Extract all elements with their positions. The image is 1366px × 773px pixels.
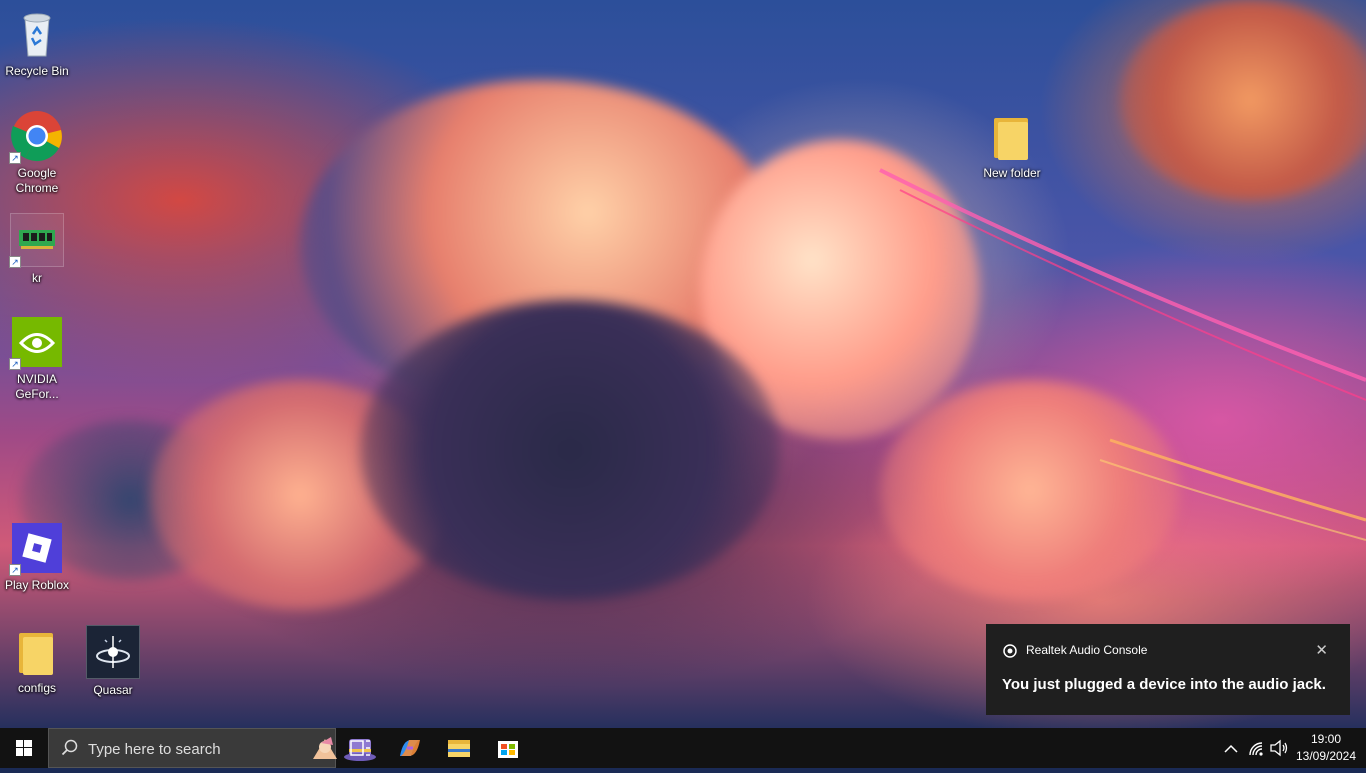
network-icon — [1249, 742, 1263, 756]
shortcut-arrow-icon: ↗ — [9, 256, 21, 268]
show-hidden-icons-button[interactable] — [1220, 728, 1242, 768]
task-view-icon — [350, 740, 370, 756]
volume-button[interactable] — [1268, 728, 1290, 768]
notification-app-name: Realtek Audio Console — [1026, 643, 1148, 657]
desktop-icon-label: NVIDIA GeFor... — [15, 372, 59, 401]
desktop-icon-label: Play Roblox — [4, 578, 70, 592]
search-placeholder: Type here to search — [88, 741, 221, 758]
desktop-icon-label: Quasar — [93, 683, 133, 697]
desktop-icon-nvidia-geforce[interactable]: ↗ NVIDIA GeFor... — [2, 316, 72, 402]
nvidia-icon: ↗ — [9, 316, 63, 370]
desktop-icon-kr[interactable]: ↗ kr — [2, 213, 72, 286]
desktop-icon-configs[interactable]: configs — [2, 625, 72, 696]
windows-logo-icon — [16, 740, 32, 756]
quasar-icon — [86, 625, 140, 679]
memory-chip-icon: ↗ — [9, 213, 64, 268]
chrome-icon: ↗ — [9, 110, 63, 164]
shortcut-arrow-icon: ↗ — [9, 564, 21, 576]
desktop-icon-label: New folder — [983, 166, 1041, 180]
taskbar-clock[interactable]: 19:00 13/09/2024 — [1290, 731, 1362, 765]
roblox-icon: ↗ — [9, 522, 63, 576]
taskbar: Type here to search 19:00 13/09/2024 — [0, 728, 1366, 768]
network-button[interactable] — [1245, 728, 1267, 768]
desktop-icon-quasar[interactable]: Quasar — [78, 625, 148, 698]
search-icon — [61, 739, 78, 756]
desktop-wallpaper — [0, 0, 1366, 728]
chevron-up-icon — [1224, 744, 1238, 753]
copilot-icon — [400, 740, 420, 756]
volume-icon — [1270, 739, 1288, 757]
shortcut-arrow-icon: ↗ — [9, 358, 21, 370]
desktop-icon-label: kr — [32, 271, 42, 285]
desktop-icon-play-roblox[interactable]: ↗ Play Roblox — [2, 522, 72, 593]
file-explorer-button[interactable] — [436, 728, 482, 768]
desktop-icon-label: Recycle Bin — [5, 64, 69, 78]
microsoft-store-button[interactable] — [485, 728, 531, 768]
notification-toast[interactable]: Realtek Audio Console ✕ You just plugged… — [986, 624, 1350, 715]
recycle-bin-icon — [11, 8, 63, 60]
clock-time: 19:00 — [1310, 732, 1342, 746]
notification-close-button[interactable]: ✕ — [1315, 641, 1328, 659]
folder-icon — [11, 625, 63, 677]
desktop-icon-label: Google Chrome — [15, 166, 59, 195]
desktop-icon-new-folder[interactable]: New folder — [977, 110, 1047, 181]
notification-message: You just plugged a device into the audio… — [1002, 676, 1326, 693]
copilot-button[interactable] — [387, 728, 433, 768]
clock-date: 13/09/2024 — [1295, 749, 1357, 763]
taskbar-search-box[interactable]: Type here to search — [48, 728, 376, 768]
file-explorer-icon — [448, 740, 470, 757]
microsoft-store-icon — [498, 741, 518, 758]
wallpaper-streaks — [879, 168, 1366, 541]
folder-icon — [986, 110, 1038, 162]
desktop-icon-label: configs — [17, 681, 57, 695]
task-view-button[interactable] — [337, 728, 383, 768]
start-button[interactable] — [0, 728, 48, 768]
desktop-icon-google-chrome[interactable]: ↗ Google Chrome — [2, 110, 72, 196]
realtek-audio-icon — [1003, 644, 1017, 658]
desktop-icon-recycle-bin[interactable]: Recycle Bin — [2, 8, 72, 79]
shortcut-arrow-icon: ↗ — [9, 152, 21, 164]
